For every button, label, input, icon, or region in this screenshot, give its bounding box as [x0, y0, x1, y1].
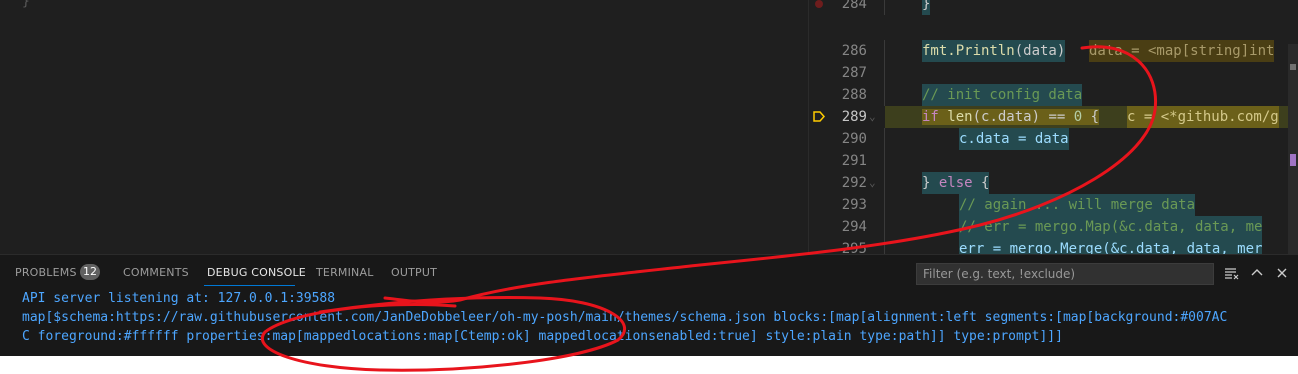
console-line: API server listening at: 127.0.0.1:39588 [22, 291, 336, 306]
ide-window: } 284 } 286 fmt.Println(data) data = <ma… [0, 0, 1298, 357]
line-number: 289 [841, 109, 867, 125]
function-name: fmt.Println [922, 43, 1015, 59]
line-number: 286 [841, 43, 867, 59]
code-line-286[interactable]: 286 fmt.Println(data) data = <map[string… [809, 40, 1298, 62]
line-number: 294 [841, 219, 867, 235]
indent-guide [884, 62, 885, 84]
console-filter-input[interactable] [916, 263, 1214, 285]
indent-guide [884, 216, 885, 238]
left-pane-text: } [22, 0, 30, 9]
code-line-291[interactable]: 291 [809, 150, 1298, 172]
scrollbar-marker [1290, 64, 1296, 70]
code-line-295[interactable]: 295 err = mergo.Merge(&c.data, data, mer [809, 238, 1298, 254]
indent-guide [884, 172, 885, 194]
indent-guide [884, 40, 885, 62]
line-number: 288 [841, 87, 867, 103]
close-panel-icon[interactable] [1274, 265, 1290, 281]
code-line-292[interactable]: 292 ⌄ } else { [809, 172, 1298, 194]
tab-problems[interactable]: PROBLEMS [15, 266, 77, 279]
indent-guide [884, 84, 885, 106]
code-comment: // err = mergo.Map(&c.data, data, me [959, 216, 1263, 238]
bottom-panel: PROBLEMS 12 COMMENTS DEBUG CONSOLE TERMI… [0, 254, 1298, 357]
fold-chevron-icon[interactable]: ⌄ [869, 172, 876, 194]
code-line-284[interactable]: 284 } [809, 0, 1298, 15]
line-number: 290 [841, 131, 867, 147]
indent-guide [884, 194, 885, 216]
active-tab-indicator [204, 285, 295, 286]
line-number: 292 [841, 175, 867, 191]
left-editor-pane[interactable]: } [0, 0, 809, 254]
editor-scrollbar[interactable] [1288, 44, 1298, 254]
console-line: map[$schema:https://raw.githubuserconten… [22, 310, 1228, 325]
indent-guide [884, 238, 885, 254]
console-line: C foreground:#ffffff properties:map[mapp… [22, 329, 1063, 344]
screenshot-margin [0, 356, 1298, 374]
call-args: (data) [1014, 43, 1066, 59]
code-comment: // again ... will merge data [959, 194, 1196, 216]
code-line-293[interactable]: 293 // again ... will merge data [809, 194, 1298, 216]
code-editor[interactable]: 284 } 286 fmt.Println(data) data = <map[… [809, 0, 1298, 254]
line-number: 293 [841, 197, 867, 213]
line-number: 287 [841, 65, 867, 81]
inline-value-hint: data = <map[string]int [1089, 40, 1275, 62]
indent-guide [884, 150, 885, 172]
code-text: c.data = data [959, 128, 1069, 150]
problems-count-badge: 12 [80, 264, 100, 280]
fold-chevron-icon[interactable]: ⌄ [869, 106, 876, 128]
code-text: err = mergo.Merge(&c.data, data, mer [959, 238, 1263, 254]
line-number: 284 [841, 0, 867, 12]
indent-guide [884, 0, 885, 15]
code-text: fmt.Println(data) [922, 40, 1066, 62]
clear-console-icon[interactable] [1223, 265, 1239, 281]
code-line-294[interactable]: 294 // err = mergo.Map(&c.data, data, me [809, 216, 1298, 238]
tab-output[interactable]: OUTPUT [391, 266, 437, 279]
breakpoint-icon[interactable] [815, 0, 823, 8]
tab-terminal[interactable]: TERMINAL [316, 266, 374, 279]
collapse-panel-icon[interactable] [1249, 265, 1265, 281]
code-line-289[interactable]: 289 ⌄ if len(c.data) == 0 { c = <*github… [809, 106, 1298, 128]
code-line-288[interactable]: 288 // init config data [809, 84, 1298, 106]
tab-comments[interactable]: COMMENTS [123, 266, 189, 279]
code-line-290[interactable]: 290 c.data = data [809, 128, 1298, 150]
code-text: if len(c.data) == 0 { [922, 109, 1100, 125]
inline-value-hint: c = <*github.com/g [1127, 106, 1279, 128]
code-comment: // init config data [922, 84, 1083, 106]
code-text: } else { [922, 172, 990, 194]
debug-current-line-icon [813, 111, 825, 122]
tab-debug-console[interactable]: DEBUG CONSOLE [207, 266, 306, 279]
code-text: } [922, 0, 931, 15]
indent-guide [884, 128, 885, 150]
line-number: 291 [841, 153, 867, 169]
code-line-287[interactable]: 287 [809, 62, 1298, 84]
line-number: 295 [841, 241, 867, 254]
scrollbar-marker [1290, 154, 1296, 166]
